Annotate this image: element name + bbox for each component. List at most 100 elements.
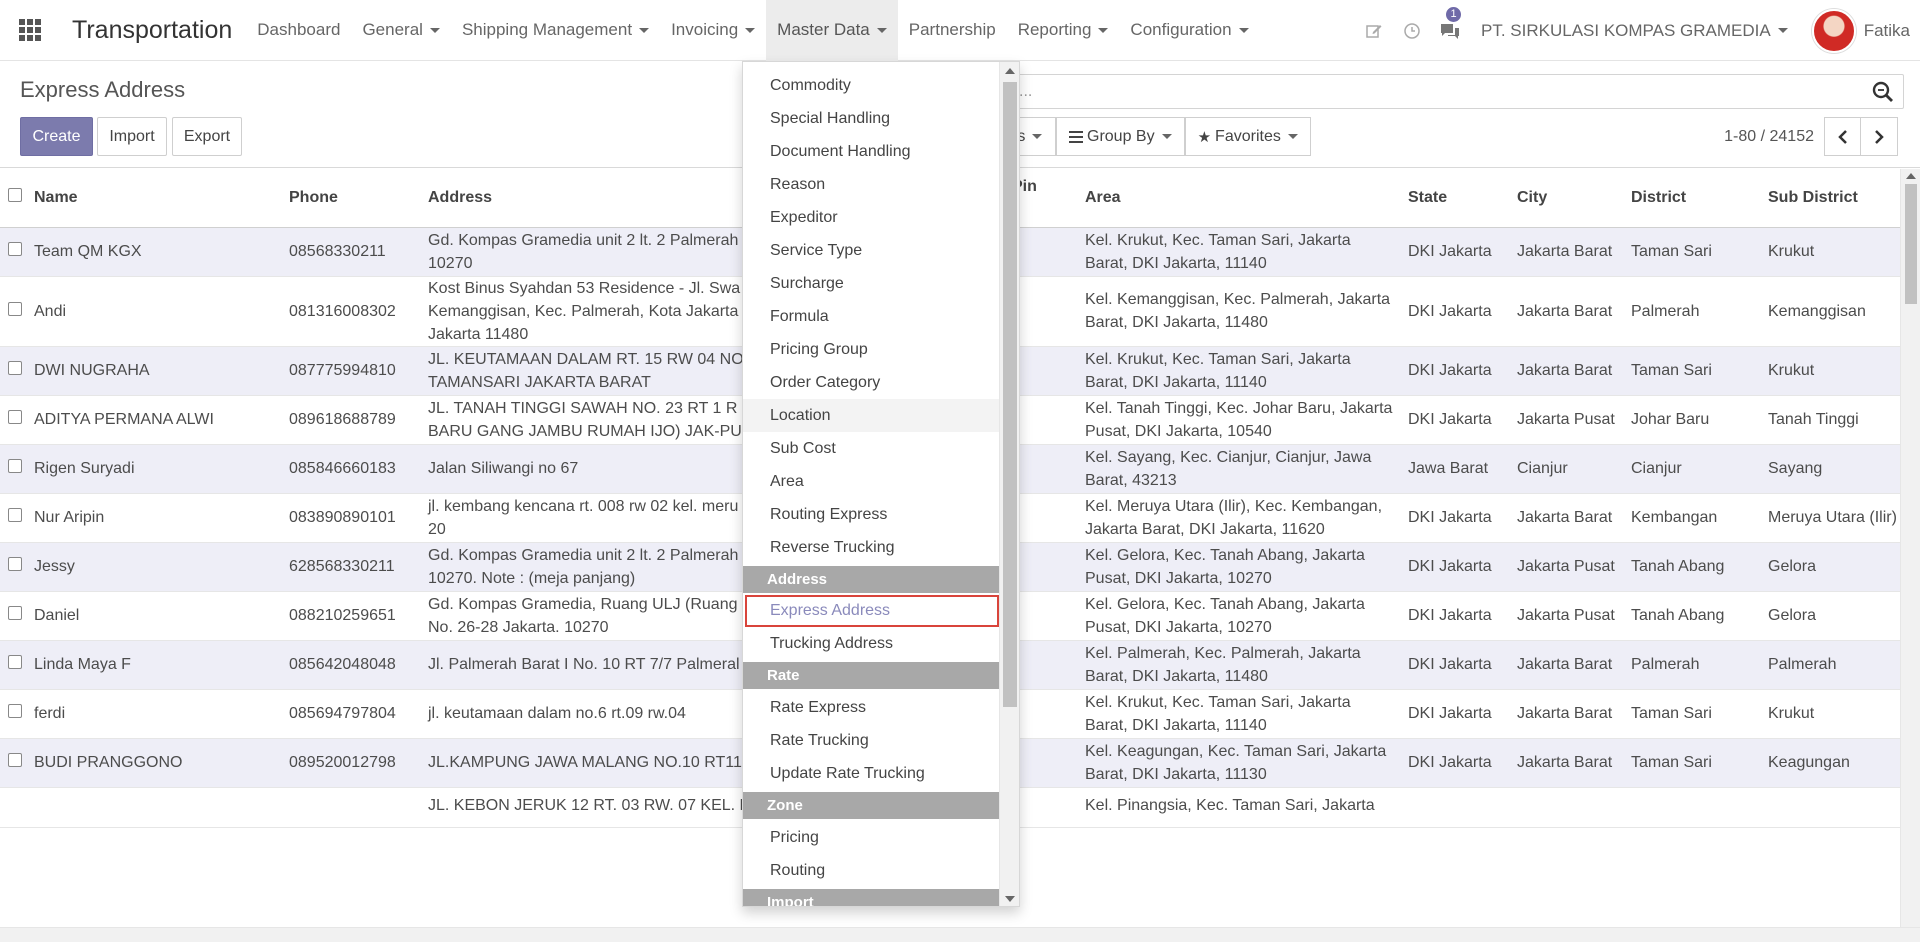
menu-item-dashboard[interactable]: Dashboard [246, 0, 351, 61]
select-all-checkbox-cell[interactable] [0, 169, 28, 228]
dropdown-item-routing-express[interactable]: Routing Express [743, 498, 1001, 531]
row-checkbox[interactable] [8, 459, 22, 473]
dropdown-item-formula[interactable]: Formula [743, 300, 1001, 333]
column-header-state[interactable]: State [1402, 169, 1511, 228]
dropdown-item-reverse-trucking[interactable]: Reverse Trucking [743, 531, 1001, 564]
cell-sub-district: Krukut [1762, 346, 1900, 396]
row-checkbox-cell[interactable] [0, 738, 28, 788]
dropdown-item-location[interactable]: Location [743, 399, 1001, 432]
dropdown-item-document-handling[interactable]: Document Handling [743, 135, 1001, 168]
dropdown-item-rate-trucking[interactable]: Rate Trucking [743, 724, 1001, 757]
column-header-area[interactable]: Area [1079, 169, 1402, 228]
row-checkbox[interactable] [8, 361, 22, 375]
select-all-checkbox[interactable] [8, 188, 22, 203]
dropdown-item-order-category[interactable]: Order Category [743, 366, 1001, 399]
cell-area: Kel. Pinangsia, Kec. Taman Sari, Jakarta [1079, 787, 1402, 828]
row-checkbox-cell[interactable] [0, 444, 28, 494]
menu-item-general[interactable]: General [351, 0, 450, 61]
user-name[interactable]: Fatika [1864, 21, 1910, 41]
column-header-city[interactable]: City [1511, 169, 1625, 228]
dropdown-item-pricing[interactable]: Pricing [743, 821, 1001, 854]
row-checkbox[interactable] [8, 301, 22, 316]
column-header-pin[interactable]: Pin t [1012, 169, 1079, 228]
row-checkbox[interactable] [8, 557, 22, 571]
dropdown-item-area[interactable]: Area [743, 465, 1001, 498]
dropdown-item-commodity[interactable]: Commodity [743, 69, 1001, 102]
row-checkbox[interactable] [8, 753, 22, 767]
row-checkbox-cell[interactable] [0, 542, 28, 592]
list-icon [1069, 130, 1083, 143]
horizontal-scrollbar[interactable] [0, 927, 1920, 942]
company-switcher[interactable]: PT. SIRKULASI KOMPAS GRAMEDIA [1469, 21, 1800, 41]
scroll-down-icon[interactable] [1005, 896, 1015, 902]
search-icon[interactable] [1871, 80, 1895, 104]
dropdown-scrollbar-thumb[interactable] [1003, 82, 1017, 707]
cell-name: Daniel [28, 591, 283, 641]
cell-district: Tanah Abang [1625, 542, 1762, 592]
row-checkbox-cell[interactable] [0, 346, 28, 396]
menu-item-partnership[interactable]: Partnership [898, 0, 1007, 61]
dropdown-item-surcharge[interactable]: Surcharge [743, 267, 1001, 300]
column-header-phone[interactable]: Phone [283, 169, 422, 228]
scroll-up-icon[interactable] [1906, 173, 1916, 179]
dropdown-item-service-type[interactable]: Service Type [743, 234, 1001, 267]
row-checkbox-cell[interactable] [0, 787, 28, 828]
search-input[interactable]: ... [1019, 83, 1871, 101]
column-header-name[interactable]: Name [28, 169, 283, 228]
dropdown-item-pricing-group[interactable]: Pricing Group [743, 333, 1001, 366]
dropdown-item-expeditor[interactable]: Expeditor [743, 201, 1001, 234]
row-checkbox[interactable] [8, 410, 22, 424]
cell-state: DKI Jakarta [1402, 395, 1511, 445]
pager-value[interactable]: 1-80 / 24152 [1724, 128, 1814, 146]
menu-item-configuration[interactable]: Configuration [1119, 0, 1259, 61]
dropdown-item-trucking-address[interactable]: Trucking Address [743, 627, 1001, 660]
row-checkbox[interactable] [8, 655, 22, 669]
favorites-button[interactable]: ★ Favorites [1184, 117, 1311, 156]
row-checkbox-cell[interactable] [0, 227, 28, 277]
row-checkbox-cell[interactable] [0, 395, 28, 445]
menu-item-master-data[interactable]: Master Data [766, 0, 898, 61]
row-checkbox-cell[interactable] [0, 591, 28, 641]
avatar[interactable] [1811, 8, 1856, 53]
dropdown-scrollbar[interactable] [999, 62, 1019, 906]
create-button[interactable]: Create [20, 117, 93, 156]
chat-icon[interactable]: 1 [1431, 0, 1469, 61]
pager-previous-button[interactable] [1824, 117, 1861, 156]
cell-phone: 081316008302 [283, 276, 422, 347]
dropdown-item-update-rate-trucking[interactable]: Update Rate Trucking [743, 757, 1001, 790]
row-checkbox[interactable] [8, 242, 22, 256]
column-header-sub-district[interactable]: Sub District [1762, 169, 1900, 228]
vertical-scrollbar[interactable] [1900, 169, 1920, 927]
pager-next-button[interactable] [1861, 117, 1898, 156]
dropdown-item-express-address[interactable]: Express Address [745, 595, 999, 627]
scroll-up-icon[interactable] [1005, 68, 1015, 74]
import-button[interactable]: Import [97, 117, 167, 156]
dropdown-item-rate-express[interactable]: Rate Express [743, 691, 1001, 724]
dropdown-item-sub-cost[interactable]: Sub Cost [743, 432, 1001, 465]
edit-icon[interactable] [1355, 0, 1393, 61]
navbar-right: 1 PT. SIRKULASI KOMPAS GRAMEDIA Fatika [1355, 0, 1920, 61]
row-checkbox[interactable] [8, 704, 22, 718]
row-checkbox-cell[interactable] [0, 689, 28, 739]
search-bar[interactable]: ... [1012, 74, 1904, 109]
cell-sub-district: Keagungan [1762, 738, 1900, 788]
scrollbar-thumb[interactable] [1905, 184, 1917, 304]
menu-item-shipping-management[interactable]: Shipping Management [451, 0, 660, 61]
dropdown-item-special-handling[interactable]: Special Handling [743, 102, 1001, 135]
row-checkbox[interactable] [8, 508, 22, 522]
group-by-button[interactable]: Group By [1056, 117, 1185, 156]
column-header-district[interactable]: District [1625, 169, 1762, 228]
row-checkbox-cell[interactable] [0, 276, 28, 347]
row-checkbox[interactable] [8, 606, 22, 620]
menu-item-reporting[interactable]: Reporting [1007, 0, 1120, 61]
cell-pin [1012, 346, 1079, 396]
dropdown-item-routing[interactable]: Routing [743, 854, 1001, 887]
dropdown-item-reason[interactable]: Reason [743, 168, 1001, 201]
apps-menu-button[interactable] [0, 0, 60, 61]
row-checkbox-cell[interactable] [0, 493, 28, 543]
cell-name [28, 787, 283, 828]
clock-icon[interactable] [1393, 0, 1431, 61]
row-checkbox-cell[interactable] [0, 640, 28, 690]
export-button[interactable]: Export [172, 117, 242, 156]
menu-item-invoicing[interactable]: Invoicing [660, 0, 766, 61]
